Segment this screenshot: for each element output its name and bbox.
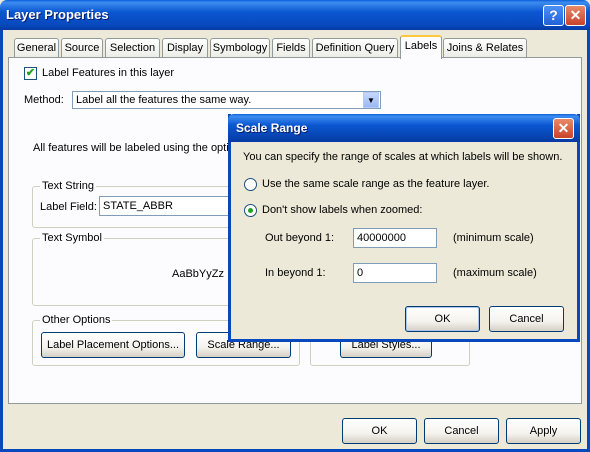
scale-dialog-ok-button[interactable]: OK (405, 306, 480, 332)
apply-button[interactable]: Apply (506, 418, 581, 444)
text-symbol-preview: AaBbYyZz (172, 268, 224, 280)
in-beyond-hint: (maximum scale) (453, 267, 537, 279)
tab-joins-relates[interactable]: Joins & Relates (443, 38, 527, 58)
text-string-legend: Text String (40, 180, 96, 192)
same-scale-radio[interactable] (244, 178, 257, 191)
scale-dialog-description: You can specify the range of scales at w… (243, 151, 563, 163)
out-beyond-hint: (minimum scale) (453, 232, 534, 244)
tab-source[interactable]: Source (61, 38, 103, 58)
window-title: Layer Properties (6, 7, 109, 22)
text-symbol-legend: Text Symbol (40, 232, 104, 244)
close-icon: ✕ (569, 7, 582, 23)
label-placement-options-button[interactable]: Label Placement Options... (41, 332, 185, 358)
out-beyond-label: Out beyond 1: (265, 232, 335, 244)
check-icon: ✔ (25, 67, 36, 79)
chevron-down-icon[interactable]: ▼ (363, 92, 379, 108)
close-icon: ✕ (557, 120, 570, 136)
tab-labels[interactable]: Labels (400, 35, 442, 59)
cancel-button[interactable]: Cancel (424, 418, 499, 444)
ok-button[interactable]: OK (342, 418, 417, 444)
tab-symbology[interactable]: Symbology (210, 38, 270, 58)
tab-general[interactable]: General (14, 38, 59, 58)
label-field-label: Label Field: (40, 201, 97, 213)
in-beyond-label: In beyond 1: (265, 267, 326, 279)
all-features-text: All features will be labeled using the o… (33, 142, 247, 154)
close-button[interactable]: ✕ (565, 5, 586, 26)
tab-display[interactable]: Display (162, 38, 208, 58)
label-features-label: Label Features in this layer (42, 67, 175, 79)
label-features-checkbox[interactable]: ✔ (24, 67, 37, 80)
in-beyond-input[interactable]: 0 (353, 263, 437, 283)
method-select[interactable]: Label all the features the same way. ▼ (72, 91, 381, 109)
dont-show-label: Don't show labels when zoomed: (262, 204, 423, 216)
question-icon: ? (549, 7, 558, 23)
help-button[interactable]: ? (543, 5, 564, 26)
method-value: Label all the features the same way. (76, 94, 252, 106)
scale-dialog-title: Scale Range (236, 121, 308, 135)
scale-dialog-cancel-button[interactable]: Cancel (489, 306, 564, 332)
same-scale-label: Use the same scale range as the feature … (262, 178, 490, 190)
out-beyond-input[interactable]: 40000000 (353, 228, 437, 248)
tab-selection[interactable]: Selection (105, 38, 160, 58)
method-label: Method: (24, 94, 64, 106)
other-options-legend: Other Options (40, 314, 113, 326)
scale-dialog-close-button[interactable]: ✕ (553, 118, 574, 139)
tab-fields[interactable]: Fields (272, 38, 310, 58)
tab-definition-query[interactable]: Definition Query (312, 38, 398, 58)
label-field-select[interactable]: STATE_ABBR (99, 196, 230, 216)
dont-show-radio[interactable] (244, 204, 257, 217)
